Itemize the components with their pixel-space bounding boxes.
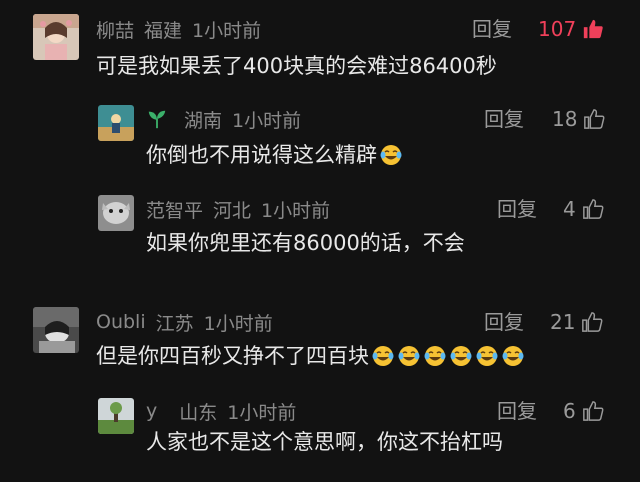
comment-text: 如果你兜里还有86000的话，不会 (146, 231, 465, 255)
laughing-crying-face-icon (450, 346, 472, 366)
laughing-crying-face-icon (502, 346, 524, 366)
timestamp: 1小时前 (203, 312, 273, 335)
comment-meta: y 山东 1小时前 (146, 396, 296, 426)
thumbs-up-icon (584, 109, 605, 129)
laughing-crying-face-icon (476, 346, 498, 366)
thumbs-up-icon (582, 312, 603, 332)
like-button[interactable]: 4 (563, 194, 604, 224)
like-count: 107 (538, 17, 577, 41)
timestamp: 1小时前 (192, 19, 262, 42)
reply-button[interactable]: 回复 (472, 14, 512, 44)
username[interactable]: 范智平 (146, 196, 203, 223)
avatar[interactable] (98, 195, 134, 231)
username[interactable]: Oubli (96, 311, 146, 333)
comment-text: 人家也不是这个意思啊，你这不抬杠吗 (146, 430, 503, 454)
avatar[interactable] (98, 105, 134, 141)
avatar[interactable] (33, 14, 79, 60)
comment-text: 可是我如果丢了400块真的会难过86400秒 (96, 54, 497, 78)
username[interactable]: y (146, 400, 157, 422)
timestamp: 1小时前 (227, 401, 297, 424)
like-button[interactable]: 18 (552, 104, 605, 134)
leaf-icon (146, 108, 168, 130)
comment-thread: 柳喆 福建 1小时前 可是我如果丢了400块真的会难过86400秒 回复 107 (0, 0, 640, 482)
reply-button[interactable]: 回复 (497, 396, 537, 426)
avatar[interactable] (33, 307, 79, 353)
like-button[interactable]: 21 (550, 307, 603, 337)
laughing-crying-face-icon (380, 145, 402, 165)
like-count: 6 (563, 399, 576, 423)
thumbs-up-icon (582, 401, 604, 421)
like-count: 21 (550, 310, 576, 334)
like-button[interactable]: 6 (563, 396, 604, 426)
reply-button[interactable]: 回复 (484, 104, 524, 134)
comment-text-body: 你倒也不用说得这么精辟 (146, 143, 377, 167)
comment-text-body: 但是你四百秒又挣不了四百块 (96, 344, 369, 368)
reply-button[interactable]: 回复 (484, 307, 524, 337)
comment-meta: Oubli 江苏 1小时前 (96, 307, 273, 337)
timestamp: 1小时前 (232, 109, 302, 132)
comment-text: 但是你四百秒又挣不了四百块 (96, 340, 525, 372)
timestamp: 1小时前 (261, 199, 331, 222)
reply-button[interactable]: 回复 (497, 194, 537, 224)
comment-meta: 柳喆 福建 1小时前 (96, 14, 261, 44)
thumbs-up-icon (582, 199, 604, 219)
laughing-crying-face-icon (398, 346, 420, 366)
user-region: 福建 (144, 19, 183, 42)
like-count: 4 (563, 197, 576, 221)
like-button[interactable]: 107 (538, 14, 604, 44)
laughing-crying-face-icon (372, 346, 394, 366)
user-region: 河北 (213, 199, 252, 222)
like-count: 18 (552, 107, 578, 131)
user-region: 山东 (179, 401, 218, 424)
comment-meta: 范智平 河北 1小时前 (146, 194, 330, 224)
comment-text: 你倒也不用说得这么精辟 (146, 139, 403, 171)
comment-meta: 湖南 1小时前 (146, 104, 301, 134)
thumbs-up-filled-icon (584, 19, 603, 39)
user-region: 江苏 (155, 312, 194, 335)
username[interactable]: 柳喆 (96, 16, 134, 43)
avatar[interactable] (98, 398, 134, 434)
user-region: 湖南 (184, 109, 223, 132)
laughing-crying-face-icon (424, 346, 446, 366)
